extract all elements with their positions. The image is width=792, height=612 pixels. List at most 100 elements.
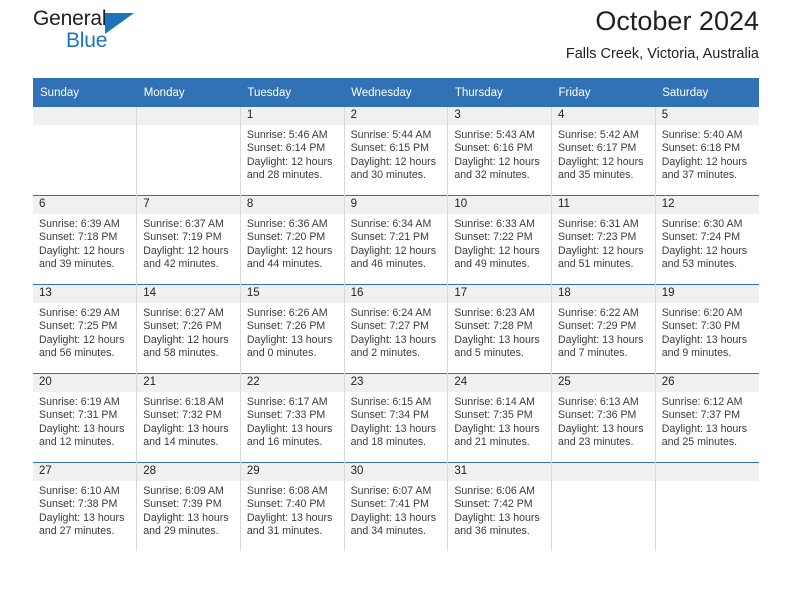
- day-number: 2: [344, 107, 448, 125]
- day-number: 7: [137, 196, 240, 214]
- sunrise-time: Sunrise: 6:14 AM: [454, 396, 535, 408]
- day-number: 23: [344, 374, 448, 392]
- daylight-duration-line2: and 28 minutes.: [246, 168, 323, 181]
- calendar-day-cell[interactable]: 9 Sunrise: 6:34 AM Sunset: 7:21 PM Daylight…: [344, 195, 449, 285]
- day-number: 22: [240, 374, 344, 392]
- day-number: 5: [655, 107, 759, 125]
- daylight-duration-line2: and 23 minutes.: [558, 435, 634, 448]
- sunrise-time: Sunrise: 5:44 AM: [350, 129, 432, 141]
- page-header: General Blue October 2024 Falls Creek, V…: [33, 0, 759, 78]
- daylight-duration-line1: Daylight: 13 hours: [246, 511, 333, 524]
- page-subtitle: Falls Creek, Victoria, Australia: [565, 46, 759, 63]
- calendar-day-cell[interactable]: 20 Sunrise: 6:19 AM Sunset: 7:31 PM Dayligh…: [33, 373, 138, 463]
- sunset-time: Sunset: 7:19 PM: [143, 231, 222, 244]
- day-sun-info: Sunrise: 6:27 AM Sunset: 7:26 PM Daylight:…: [137, 303, 240, 360]
- calendar-day-cell[interactable]: 10 Sunrise: 6:33 AM Sunset: 7:22 PM Dayligh…: [447, 195, 553, 285]
- calendar-day-cell[interactable]: 31 Sunrise: 6:06 AM Sunset: 7:42 PM Dayligh…: [447, 462, 553, 551]
- daylight-duration-line1: Daylight: 12 hours: [454, 155, 540, 168]
- calendar-day-cell[interactable]: 19 Sunrise: 6:20 AM Sunset: 7:30 PM Dayligh…: [655, 284, 759, 374]
- sunrise-time: Sunrise: 6:18 AM: [143, 396, 224, 408]
- day-sun-info: Sunrise: 6:30 AM Sunset: 7:24 PM Daylight:…: [656, 214, 759, 271]
- calendar-day-cell[interactable]: 1 Sunrise: 5:46 AM Sunset: 6:14 PM Daylight…: [240, 107, 345, 196]
- daylight-duration-line2: and 7 minutes.: [558, 346, 628, 359]
- sunrise-time: Sunrise: 6:12 AM: [661, 396, 743, 408]
- day-number: 1: [240, 107, 344, 125]
- sunrise-time: Sunrise: 5:40 AM: [661, 129, 743, 141]
- day-number: 28: [137, 463, 240, 481]
- day-number: 6: [33, 196, 137, 214]
- calendar-day-cell[interactable]: 16 Sunrise: 6:24 AM Sunset: 7:27 PM Dayligh…: [344, 284, 449, 374]
- daylight-duration-line1: Daylight: 13 hours: [143, 422, 229, 435]
- day-sun-info: Sunrise: 6:12 AM Sunset: 7:37 PM Daylight:…: [656, 392, 759, 449]
- sunrise-time: Sunrise: 6:19 AM: [39, 396, 120, 408]
- day-number: 9: [344, 196, 448, 214]
- calendar-day-cell[interactable]: 25 Sunrise: 6:13 AM Sunset: 7:36 PM Dayligh…: [551, 373, 656, 463]
- daylight-duration-line2: and 12 minutes.: [39, 435, 115, 448]
- day-sun-info: Sunrise: 6:39 AM Sunset: 7:18 PM Daylight:…: [33, 214, 136, 271]
- day-number: 11: [552, 196, 655, 214]
- calendar-day-cell[interactable]: 2 Sunrise: 5:44 AM Sunset: 6:15 PM Daylight…: [344, 107, 449, 196]
- calendar-day-cell[interactable]: 21 Sunrise: 6:18 AM Sunset: 7:32 PM Dayligh…: [136, 373, 241, 463]
- calendar-week-row: 1 Sunrise: 5:46 AM Sunset: 6:14 PM Daylight…: [33, 107, 759, 196]
- day-number: 24: [448, 374, 552, 392]
- daylight-duration-line2: and 56 minutes.: [39, 346, 115, 359]
- daylight-duration-line2: and 25 minutes.: [661, 435, 738, 448]
- calendar-day-cell[interactable]: 14 Sunrise: 6:27 AM Sunset: 7:26 PM Dayligh…: [136, 284, 241, 374]
- calendar-day-cell[interactable]: 13 Sunrise: 6:29 AM Sunset: 7:25 PM Dayligh…: [33, 284, 138, 374]
- calendar-day-cell[interactable]: 5 Sunrise: 5:40 AM Sunset: 6:18 PM Daylight…: [655, 107, 759, 196]
- sunrise-time: Sunrise: 6:22 AM: [558, 307, 639, 319]
- day-sun-info: Sunrise: 5:46 AM Sunset: 6:14 PM Daylight:…: [241, 125, 344, 182]
- sunrise-time: Sunrise: 6:15 AM: [350, 396, 432, 408]
- daylight-duration-line2: and 34 minutes.: [350, 524, 426, 537]
- calendar-day-cell[interactable]: 23 Sunrise: 6:15 AM Sunset: 7:34 PM Dayligh…: [344, 373, 449, 463]
- calendar-day-cell[interactable]: 28 Sunrise: 6:09 AM Sunset: 7:39 PM Dayligh…: [136, 462, 241, 551]
- calendar-day-cell[interactable]: 17 Sunrise: 6:23 AM Sunset: 7:28 PM Dayligh…: [447, 284, 553, 374]
- sunset-time: Sunset: 7:42 PM: [454, 498, 533, 511]
- logo-text-blue: Blue: [66, 29, 108, 52]
- calendar-day-cell[interactable]: 29 Sunrise: 6:08 AM Sunset: 7:40 PM Dayligh…: [240, 462, 345, 551]
- sunset-time: Sunset: 7:29 PM: [558, 320, 637, 333]
- daylight-duration-line2: and 16 minutes.: [246, 435, 323, 448]
- day-number: 29: [240, 463, 344, 481]
- sunset-time: Sunset: 7:24 PM: [661, 231, 741, 244]
- calendar-day-cell[interactable]: 3 Sunrise: 5:43 AM Sunset: 6:16 PM Daylight…: [447, 107, 553, 196]
- day-number: 10: [448, 196, 552, 214]
- calendar-day-cell[interactable]: 12 Sunrise: 6:30 AM Sunset: 7:24 PM Dayligh…: [655, 195, 759, 285]
- calendar-day-cell[interactable]: 4 Sunrise: 5:42 AM Sunset: 6:17 PM Daylight…: [551, 107, 656, 196]
- sunrise-time: Sunrise: 6:31 AM: [558, 218, 639, 230]
- daylight-duration-line1: Daylight: 12 hours: [350, 155, 436, 168]
- calendar-header-row: Sunday Monday Tuesday Wednesday Thursday…: [33, 78, 759, 107]
- sunset-time: Sunset: 7:40 PM: [246, 498, 326, 511]
- sunset-time: Sunset: 6:14 PM: [246, 142, 326, 155]
- sunset-time: Sunset: 7:25 PM: [39, 320, 118, 333]
- daylight-duration-line1: Daylight: 12 hours: [454, 244, 540, 257]
- sunrise-time: Sunrise: 6:29 AM: [39, 307, 120, 319]
- sunset-time: Sunset: 6:18 PM: [661, 142, 741, 155]
- calendar-day-cell[interactable]: 6 Sunrise: 6:39 AM Sunset: 7:18 PM Daylight…: [33, 195, 138, 285]
- day-number: 17: [448, 285, 552, 303]
- calendar-day-cell[interactable]: 15 Sunrise: 6:26 AM Sunset: 7:26 PM Dayligh…: [240, 284, 345, 374]
- calendar-day-cell[interactable]: 11 Sunrise: 6:31 AM Sunset: 7:23 PM Dayligh…: [551, 195, 656, 285]
- calendar-day-cell[interactable]: 27 Sunrise: 6:10 AM Sunset: 7:38 PM Dayligh…: [33, 462, 138, 551]
- day-number: 14: [137, 285, 240, 303]
- day-sun-info: Sunrise: 5:44 AM Sunset: 6:15 PM Daylight:…: [345, 125, 448, 182]
- sunrise-time: Sunrise: 6:27 AM: [143, 307, 224, 319]
- calendar-day-cell[interactable]: 24 Sunrise: 6:14 AM Sunset: 7:35 PM Dayligh…: [447, 373, 553, 463]
- weekday-header-tuesday: Tuesday: [240, 78, 345, 107]
- calendar-day-cell[interactable]: 30 Sunrise: 6:07 AM Sunset: 7:41 PM Dayligh…: [344, 462, 449, 551]
- calendar-day-cell[interactable]: 8 Sunrise: 6:36 AM Sunset: 7:20 PM Daylight…: [240, 195, 345, 285]
- day-number: [552, 463, 655, 481]
- daylight-duration-line2: and 31 minutes.: [246, 524, 323, 537]
- calendar-day-cell[interactable]: 18 Sunrise: 6:22 AM Sunset: 7:29 PM Dayligh…: [551, 284, 656, 374]
- calendar-day-cell[interactable]: 7 Sunrise: 6:37 AM Sunset: 7:19 PM Daylight…: [136, 195, 241, 285]
- weekday-header-sunday: Sunday: [33, 78, 137, 107]
- calendar-day-cell[interactable]: 22 Sunrise: 6:17 AM Sunset: 7:33 PM Dayligh…: [240, 373, 345, 463]
- day-sun-info: Sunrise: 6:23 AM Sunset: 7:28 PM Daylight:…: [448, 303, 551, 360]
- sunset-time: Sunset: 7:36 PM: [558, 409, 637, 422]
- sunset-time: Sunset: 7:18 PM: [39, 231, 118, 244]
- calendar-day-cell[interactable]: 26 Sunrise: 6:12 AM Sunset: 7:37 PM Dayligh…: [655, 373, 759, 463]
- weekday-header-thursday: Thursday: [447, 78, 552, 107]
- daylight-duration-line2: and 46 minutes.: [350, 257, 426, 270]
- sunrise-time: Sunrise: 6:26 AM: [246, 307, 328, 319]
- sunset-time: Sunset: 7:39 PM: [143, 498, 222, 511]
